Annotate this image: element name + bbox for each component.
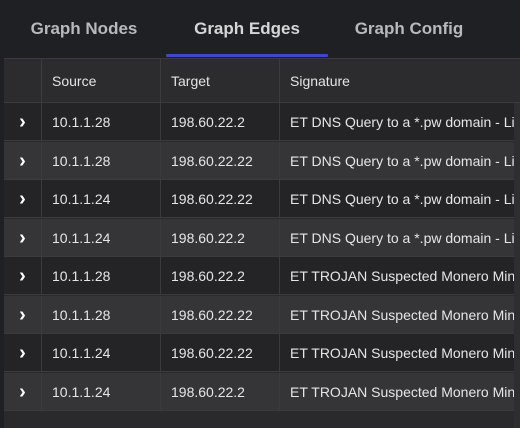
- signature-cell: ET TROJAN Suspected Monero Miner CnC Bea…: [290, 267, 520, 284]
- chevron-right-icon: ›: [19, 303, 26, 326]
- expand-row-button[interactable]: ›: [4, 180, 42, 217]
- target-cell: 198.60.22.2: [161, 257, 280, 294]
- source-cell: 10.1.1.24: [42, 180, 161, 217]
- chevron-right-icon: ›: [19, 187, 26, 210]
- table-header: Source Target Signature: [4, 59, 520, 103]
- table-row[interactable]: › 10.1.1.28 198.60.22.22 ET TROJAN Suspecte…: [4, 296, 520, 334]
- signature-cell: ET DNS Query to a *.pw domain - Likely H…: [290, 229, 520, 246]
- target-cell: 198.60.22.22: [161, 142, 280, 179]
- signature-cell: ET DNS Query to a *.pw domain - Likely H…: [290, 113, 520, 130]
- source-cell: 10.1.1.28: [42, 103, 161, 140]
- chevron-right-icon: ›: [19, 380, 26, 403]
- target-cell: 198.60.22.2: [161, 103, 280, 140]
- table-row[interactable]: › 10.1.1.24 198.60.22.22 ET TROJAN Suspecte…: [4, 334, 520, 372]
- table-row[interactable]: › 10.1.1.28 198.60.22.2 ET DNS Query to a *…: [4, 103, 520, 141]
- expand-row-button[interactable]: ›: [4, 257, 42, 294]
- source-cell: 10.1.1.28: [42, 142, 161, 179]
- target-cell: 198.60.22.22: [161, 180, 280, 217]
- chevron-right-icon: ›: [19, 226, 26, 249]
- table-row[interactable]: › 10.1.1.24 198.60.22.2 ET TROJAN Suspected…: [4, 373, 520, 411]
- source-cell: 10.1.1.24: [42, 334, 161, 371]
- target-cell: 198.60.22.2: [161, 219, 280, 256]
- expand-row-button[interactable]: ›: [4, 334, 42, 371]
- chevron-right-icon: ›: [19, 341, 26, 364]
- expand-column-header: [4, 59, 42, 102]
- expand-row-button[interactable]: ›: [4, 296, 42, 333]
- tab-graph-edges[interactable]: Graph Edges: [166, 0, 328, 58]
- table-row[interactable]: › 10.1.1.28 198.60.22.22 ET DNS Query to a …: [4, 142, 520, 180]
- target-cell: 198.60.22.22: [161, 334, 280, 371]
- table-row[interactable]: › 10.1.1.24 198.60.22.2 ET DNS Query to a *…: [4, 219, 520, 257]
- chevron-right-icon: ›: [19, 110, 26, 133]
- active-tab-indicator: [166, 54, 328, 57]
- signature-cell: ET DNS Query to a *.pw domain - Likely H…: [290, 190, 520, 207]
- source-cell: 10.1.1.28: [42, 257, 161, 294]
- signature-cell: ET TROJAN Suspected Monero Miner CnC Bea…: [290, 383, 520, 400]
- target-cell: 198.60.22.22: [161, 296, 280, 333]
- expand-row-button[interactable]: ›: [4, 219, 42, 256]
- expand-row-button[interactable]: ›: [4, 103, 42, 140]
- chevron-right-icon: ›: [19, 149, 26, 172]
- table-row[interactable]: › 10.1.1.28 198.60.22.2 ET TROJAN Suspected…: [4, 257, 520, 295]
- signature-cell: ET TROJAN Suspected Monero Miner CnC Bea…: [290, 306, 520, 323]
- target-cell: 198.60.22.2: [161, 373, 280, 410]
- source-cell: 10.1.1.24: [42, 219, 161, 256]
- tab-bar: Graph Nodes Graph Edges Graph Config: [0, 0, 520, 58]
- source-cell: 10.1.1.28: [42, 296, 161, 333]
- source-cell: 10.1.1.24: [42, 373, 161, 410]
- column-header-signature[interactable]: Signature: [280, 59, 520, 102]
- column-header-target[interactable]: Target: [161, 59, 280, 102]
- tab-graph-config[interactable]: Graph Config: [326, 0, 492, 58]
- horizontal-overflow-edge: [514, 103, 520, 428]
- column-header-source[interactable]: Source: [42, 59, 161, 102]
- table-row[interactable]: › 10.1.1.24 198.60.22.22 ET DNS Query to a …: [4, 180, 520, 218]
- signature-cell: ET TROJAN Suspected Monero Miner CnC Bea…: [290, 344, 520, 361]
- edges-table: Source Target Signature › 10.1.1.28 198.60…: [4, 58, 520, 428]
- signature-cell: ET DNS Query to a *.pw domain - Likely H…: [290, 152, 520, 169]
- expand-row-button[interactable]: ›: [4, 142, 42, 179]
- expand-row-button[interactable]: ›: [4, 373, 42, 410]
- tab-graph-nodes[interactable]: Graph Nodes: [0, 0, 168, 58]
- chevron-right-icon: ›: [19, 264, 26, 287]
